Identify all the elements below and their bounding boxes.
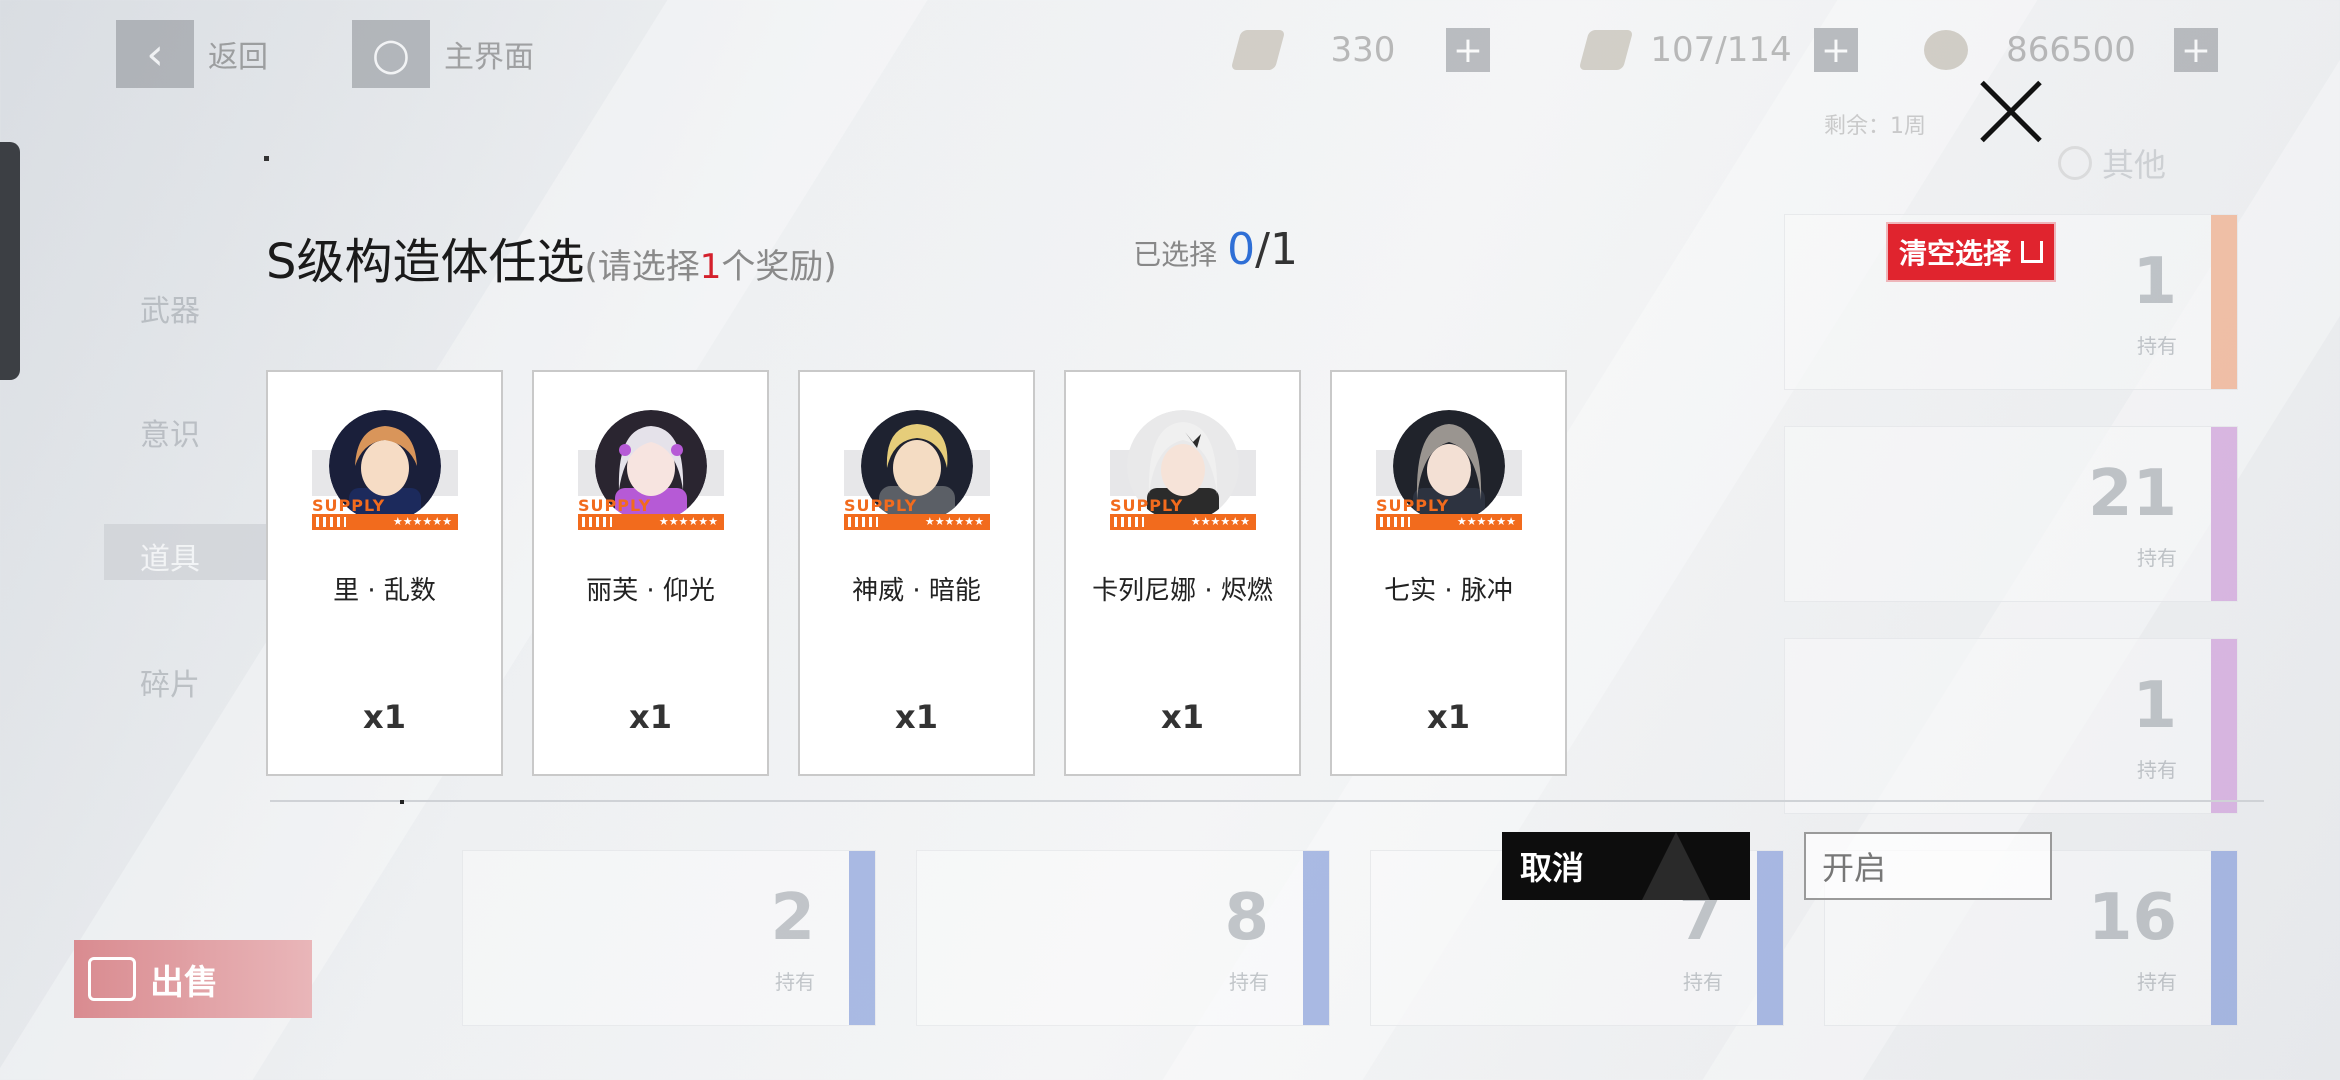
character-portrait: SUPPLY ★★★★★★	[578, 410, 724, 532]
character-name: 丽芙 · 仰光	[586, 576, 715, 606]
selected-total: /1	[1255, 224, 1298, 275]
reward-quantity: x1	[629, 698, 672, 736]
rarity-stars: ★★★★★★	[844, 514, 990, 530]
reward-card[interactable]: SUPPLY ★★★★★★ 卡列尼娜 · 烬燃 x1	[1064, 370, 1301, 776]
subtitle-num: 1	[699, 247, 722, 287]
supply-label: SUPPLY	[312, 496, 386, 515]
reward-card[interactable]: SUPPLY ★★★★★★ 七实 · 脉冲 x1	[1330, 370, 1567, 776]
cancel-button[interactable]: 取消	[1502, 832, 1750, 900]
dialog-header: S级构造体任选 (请选择1个奖励)	[266, 222, 837, 292]
dialog-title: S级构造体任选	[266, 234, 585, 290]
selection-counter: 已选择 0/1	[1133, 224, 1298, 275]
subtitle-post: 个奖励)	[721, 247, 837, 287]
rarity-stars: ★★★★★★	[312, 514, 458, 530]
rarity-stars: ★★★★★★	[578, 514, 724, 530]
subtitle-pre: (请选择	[584, 247, 700, 287]
reward-card-list: SUPPLY ★★★★★★ 里 · 乱数 x1 SUPPLY ★★★★★★ 丽芙…	[266, 370, 1567, 776]
rarity-stars: ★★★★★★	[1376, 514, 1522, 530]
reward-select-dialog: S级构造体任选 (请选择1个奖励) 已选择 0/1 清空选择 SUPPLY ★★…	[0, 0, 2340, 1080]
cancel-label: 取消	[1520, 849, 1585, 887]
supply-label: SUPPLY	[1110, 496, 1184, 515]
character-portrait: SUPPLY ★★★★★★	[312, 410, 458, 532]
character-portrait: SUPPLY ★★★★★★	[1376, 410, 1522, 532]
decor-dot	[400, 800, 404, 804]
open-label: 开启	[1822, 849, 1887, 887]
clear-label: 清空选择	[1898, 237, 2011, 270]
eraser-icon	[2021, 241, 2043, 263]
character-name: 神威 · 暗能	[852, 576, 981, 606]
character-name: 里 · 乱数	[333, 576, 436, 606]
reward-quantity: x1	[1427, 698, 1470, 736]
close-icon[interactable]	[1978, 78, 2044, 144]
reward-card[interactable]: SUPPLY ★★★★★★ 神威 · 暗能 x1	[798, 370, 1035, 776]
dialog-subtitle: (请选择1个奖励)	[584, 239, 836, 288]
character-name: 卡列尼娜 · 烬燃	[1092, 576, 1273, 606]
clear-selection-button[interactable]: 清空选择	[1888, 224, 2054, 280]
reward-card[interactable]: SUPPLY ★★★★★★ 里 · 乱数 x1	[266, 370, 503, 776]
reward-quantity: x1	[363, 698, 406, 736]
supply-label: SUPPLY	[844, 496, 918, 515]
selected-count: 0	[1227, 224, 1256, 275]
decor-dot	[264, 156, 269, 161]
dialog-divider	[270, 800, 2264, 802]
character-portrait: SUPPLY ★★★★★★	[1110, 410, 1256, 532]
character-name: 七实 · 脉冲	[1384, 576, 1513, 606]
rarity-stars: ★★★★★★	[1110, 514, 1256, 530]
character-portrait: SUPPLY ★★★★★★	[844, 410, 990, 532]
open-button[interactable]: 开启	[1804, 832, 2052, 900]
reward-quantity: x1	[1161, 698, 1204, 736]
reward-card[interactable]: SUPPLY ★★★★★★ 丽芙 · 仰光 x1	[532, 370, 769, 776]
reward-quantity: x1	[895, 698, 938, 736]
decor-triangle	[1642, 832, 1710, 900]
supply-label: SUPPLY	[1376, 496, 1450, 515]
selected-label: 已选择	[1133, 238, 1218, 271]
supply-label: SUPPLY	[578, 496, 652, 515]
